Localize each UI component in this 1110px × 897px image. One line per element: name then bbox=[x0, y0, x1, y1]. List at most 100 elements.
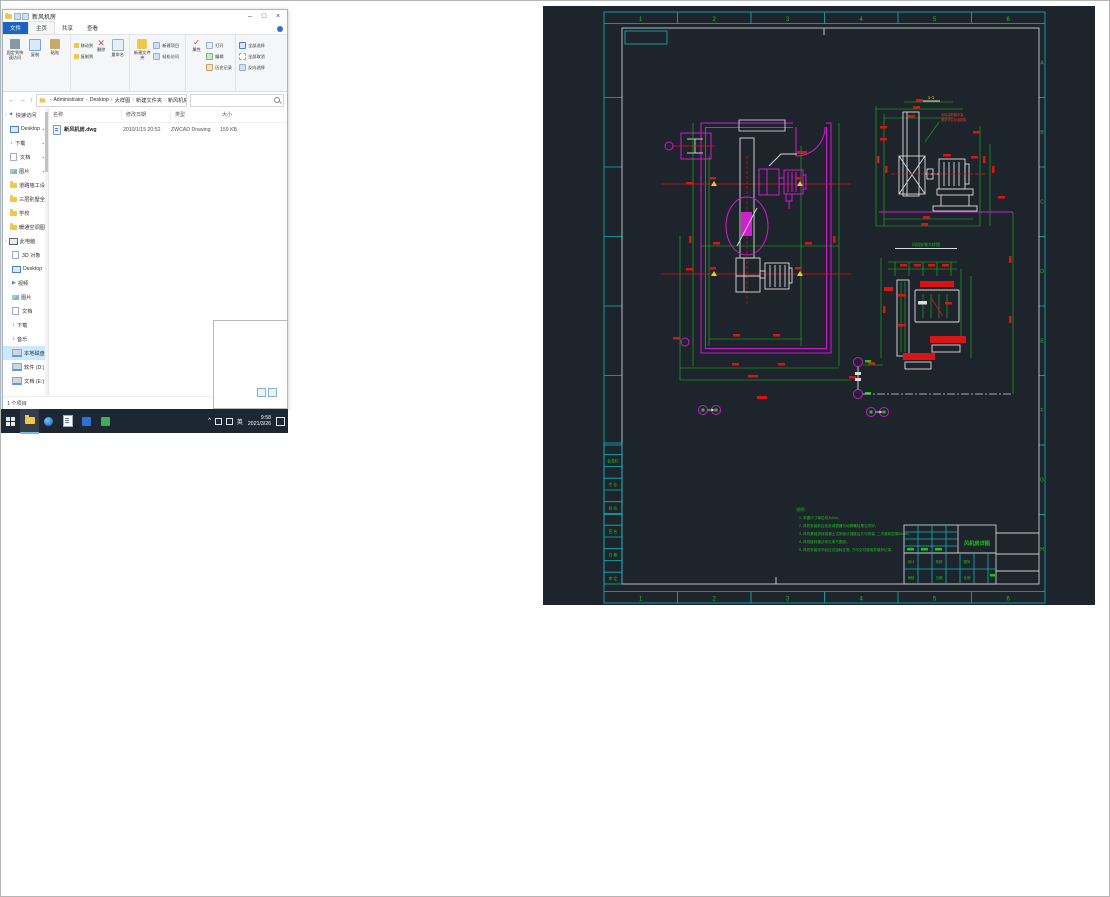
sidebar-scrollbar[interactable] bbox=[45, 108, 48, 397]
forward-button[interactable]: → bbox=[19, 97, 26, 104]
tab-file[interactable]: 文件 bbox=[3, 22, 29, 34]
sidebar-this-pc[interactable]: › 此电脑 bbox=[3, 234, 48, 248]
sidebar-item-folder-1[interactable]: 道路施工设计图 bbox=[3, 178, 48, 192]
taskbar-blue-app[interactable] bbox=[77, 409, 96, 433]
easy-access-button[interactable]: 轻松访问 bbox=[153, 51, 179, 62]
copy-button[interactable]: 复制 bbox=[26, 38, 44, 60]
crumb-separator: › bbox=[110, 97, 113, 103]
tab-view[interactable]: 查看 bbox=[80, 22, 105, 34]
sidebar-item-folder-4[interactable]: 暖通空调图纸 bbox=[3, 220, 48, 234]
sidebar-item-disk-e[interactable]: 文档 (E:) bbox=[3, 374, 48, 388]
column-headers: 名称 修改日期 类型 大小 bbox=[49, 108, 287, 123]
tab-share[interactable]: 共享 bbox=[55, 22, 80, 34]
copy-to-button[interactable]: 复制到 bbox=[73, 51, 93, 62]
tray-display-icon[interactable] bbox=[214, 417, 222, 425]
sidebar-item-desktop-2[interactable]: Desktop bbox=[3, 262, 48, 276]
help-icon[interactable] bbox=[277, 25, 283, 32]
folder-icon bbox=[10, 181, 17, 188]
invert-selection-button[interactable]: 反向选择 bbox=[239, 62, 265, 73]
move-to-button[interactable]: 移动到 bbox=[73, 40, 93, 51]
file-type: ZWCAD Drawing bbox=[171, 126, 211, 133]
pin-to-quick-access-button[interactable]: 固定到快速访问 bbox=[6, 38, 24, 60]
select-all-button[interactable]: 全部选择 bbox=[239, 40, 265, 51]
sidebar-item-pictures[interactable]: 图片 ✦ bbox=[3, 164, 48, 178]
sidebar-item-3d-objects[interactable]: 3D 对象 bbox=[3, 248, 48, 262]
new-folder-button[interactable]: 新建文件夹 bbox=[133, 38, 151, 62]
notification-center-icon[interactable] bbox=[276, 416, 285, 426]
thumbnail-view-icon[interactable] bbox=[268, 388, 277, 397]
sidebar-item-disk-d[interactable]: 软件 (D:) bbox=[3, 360, 48, 374]
button-label: 打开 bbox=[215, 42, 224, 48]
crumb-folder-1[interactable]: 大样图 bbox=[115, 97, 131, 104]
copy-to-icon bbox=[73, 54, 79, 59]
taskbar-green-app[interactable] bbox=[96, 409, 115, 433]
column-name[interactable]: 名称 bbox=[49, 110, 122, 120]
sidebar-item-desktop[interactable]: Desktop ✦ bbox=[3, 122, 48, 136]
view-toggle-icons bbox=[255, 388, 277, 397]
document-app-icon bbox=[62, 415, 73, 427]
new-item-button[interactable]: 新建项目 bbox=[153, 40, 179, 51]
tab-home[interactable]: 主页 bbox=[28, 21, 56, 34]
button-label: 固定到快速访问 bbox=[6, 50, 24, 60]
crumb-current[interactable]: 新风机房 bbox=[168, 97, 186, 104]
sidebar-item-local-disk-c[interactable]: 本地磁盘 (C:) bbox=[3, 346, 48, 360]
close-button[interactable]: × bbox=[271, 11, 285, 23]
file-modified: 2010/1/15 20:52 bbox=[123, 126, 161, 133]
crumb-desktop[interactable]: Desktop bbox=[90, 97, 109, 103]
sidebar-item-music[interactable]: ♪ 音乐 bbox=[3, 332, 48, 346]
taskbar-file-explorer[interactable] bbox=[20, 408, 39, 434]
tray-chevron-icon[interactable]: ^ bbox=[208, 418, 211, 424]
paste-icon bbox=[50, 39, 60, 49]
sidebar-item-videos[interactable]: ▶ 视频 bbox=[3, 276, 48, 290]
note-line: 1. 本图尺寸单位均为mm。 bbox=[799, 515, 841, 520]
breadcrumb[interactable]: › Administrator › Desktop › 大样图 › 新建文件夹 … bbox=[35, 93, 187, 107]
open-button[interactable]: 打开 bbox=[206, 40, 232, 51]
select-none-button[interactable]: 全部取消 bbox=[239, 51, 265, 62]
svg-text:姓 名: 姓 名 bbox=[609, 506, 618, 511]
column-type[interactable]: 类型 bbox=[171, 110, 218, 120]
folder-icon bbox=[39, 96, 45, 102]
ime-indicator[interactable]: 英 bbox=[237, 417, 243, 426]
downloads-icon: ↓ bbox=[12, 322, 15, 328]
drawing-title: 风机房详图 bbox=[964, 539, 990, 547]
back-button[interactable]: ← bbox=[8, 97, 15, 104]
delete-button[interactable]: ✕ 删除 bbox=[94, 38, 108, 62]
sidebar-item-folder-2[interactable]: 三层别墅全套图纸 bbox=[3, 192, 48, 206]
sidebar-quick-access[interactable]: › ✦ 快速访问 bbox=[3, 108, 48, 122]
column-size[interactable]: 大小 bbox=[218, 110, 248, 120]
sidebar-item-downloads-2[interactable]: ↓ 下载 bbox=[3, 318, 48, 332]
column-modified[interactable]: 修改日期 bbox=[122, 110, 171, 120]
properties-button[interactable]: ✓ 属性 bbox=[189, 38, 204, 73]
minimize-button[interactable]: – bbox=[243, 11, 257, 23]
sidebar-item-folder-3[interactable]: 学校 bbox=[3, 206, 48, 220]
qat-icon-1[interactable] bbox=[14, 13, 21, 20]
sidebar-item-documents[interactable]: 文档 ✦ bbox=[3, 150, 48, 164]
details-view-icon[interactable] bbox=[257, 388, 266, 397]
start-button[interactable] bbox=[1, 409, 20, 433]
svg-text:会签栏: 会签栏 bbox=[607, 459, 619, 464]
section-mark: 1-1 bbox=[928, 95, 935, 100]
svg-text:日 期: 日 期 bbox=[609, 553, 618, 558]
file-explorer-window: 新风机房 – □ × 文件 主页 共享 查看 固定到快速访问 复制 粘贴 移动到… bbox=[2, 9, 288, 409]
taskbar-browser[interactable] bbox=[39, 409, 58, 433]
sidebar-item-pictures-2[interactable]: 图片 bbox=[3, 290, 48, 304]
history-icon bbox=[206, 64, 214, 71]
crumb-folder-2[interactable]: 新建文件夹 bbox=[136, 97, 162, 104]
file-row-dwg[interactable]: 新风机房.dwg 2010/1/15 20:52 ZWCAD Drawing 1… bbox=[49, 123, 287, 136]
search-input[interactable] bbox=[190, 93, 284, 107]
up-button[interactable]: ↑ bbox=[30, 97, 34, 104]
tray-volume-icon[interactable] bbox=[225, 417, 233, 425]
maximize-button[interactable]: □ bbox=[257, 11, 271, 23]
sidebar-item-downloads[interactable]: ↓ 下载 ✦ bbox=[3, 136, 48, 150]
button-label: 反向选择 bbox=[248, 64, 265, 70]
sidebar-item-documents-2[interactable]: 文档 bbox=[3, 304, 48, 318]
history-button[interactable]: 历史记录 bbox=[206, 62, 232, 73]
clock[interactable]: 9:58 2021/3/26 bbox=[248, 415, 271, 428]
crumb-administrator[interactable]: Administrator bbox=[53, 97, 84, 103]
rename-button[interactable]: 重命名 bbox=[110, 38, 125, 62]
edit-button[interactable]: 编辑 bbox=[206, 51, 232, 62]
qat-icon-2[interactable] bbox=[22, 13, 29, 20]
paste-button[interactable]: 粘贴 bbox=[46, 38, 64, 60]
cad-viewport[interactable]: 1 2 3 4 5 6 1 2 3 4 5 6 A B C D E F G H … bbox=[543, 6, 1095, 605]
taskbar-document-app[interactable] bbox=[58, 409, 77, 433]
